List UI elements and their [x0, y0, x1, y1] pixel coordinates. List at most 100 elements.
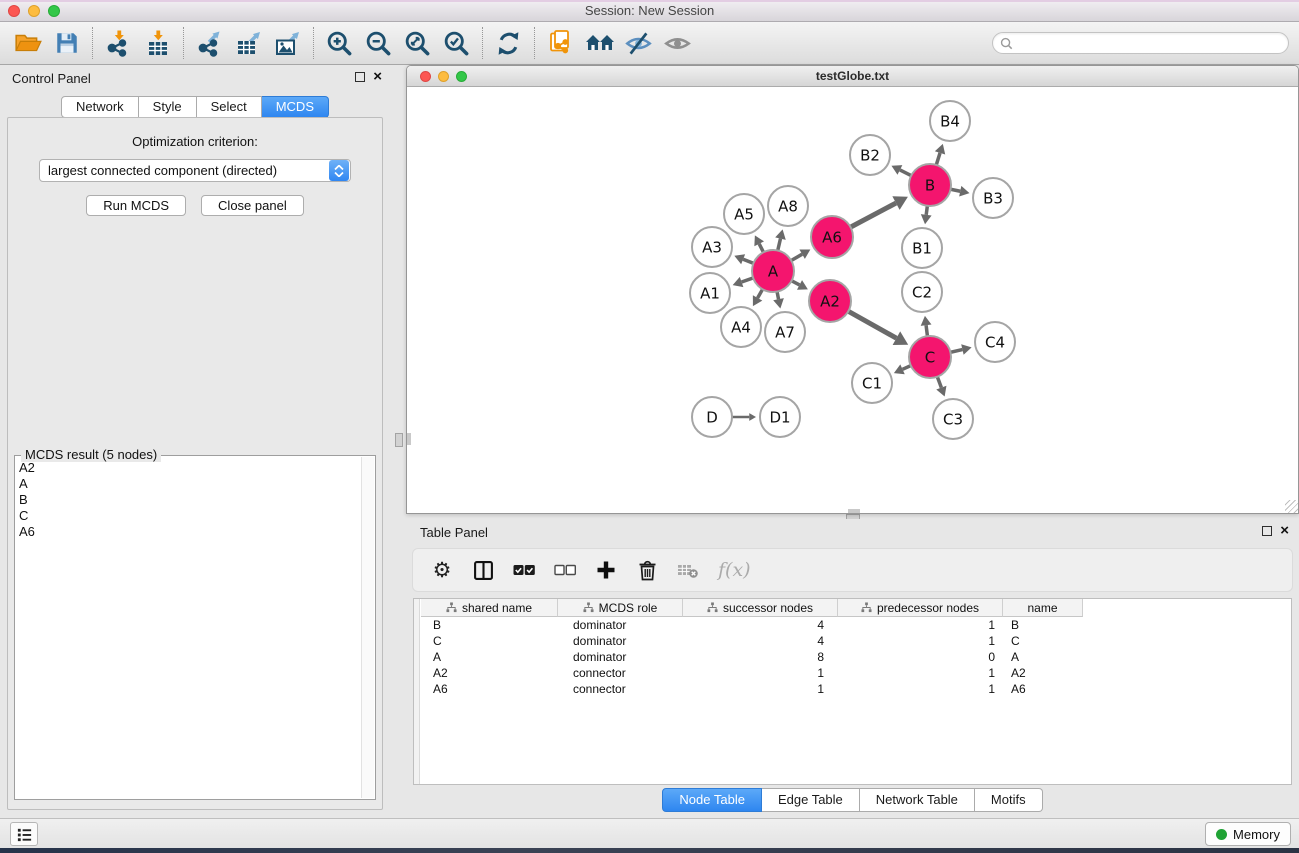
function-icon[interactable]: f(x)	[718, 556, 751, 584]
memory-button[interactable]: Memory	[1205, 822, 1291, 846]
vertical-splitter-grip[interactable]	[395, 433, 403, 447]
delete-icon[interactable]	[636, 556, 658, 584]
table-cell[interactable]: connector	[558, 682, 683, 696]
search-field[interactable]	[992, 32, 1289, 54]
zoom-in-icon[interactable]	[320, 25, 359, 61]
export-image-icon[interactable]	[268, 25, 307, 61]
task-list-button[interactable]	[10, 822, 38, 846]
table-cell[interactable]: A	[1003, 650, 1083, 664]
table-gutter	[414, 599, 420, 784]
table-cell[interactable]: dominator	[558, 618, 683, 632]
table-cell[interactable]: 1	[838, 634, 1003, 648]
settings-gear-icon[interactable]: ⚙	[431, 556, 453, 584]
table-cell[interactable]: C	[421, 634, 558, 648]
table-cell[interactable]: A6	[1003, 682, 1083, 696]
eye-icon[interactable]	[658, 25, 697, 61]
open-folder-icon[interactable]	[8, 25, 47, 61]
table-cell[interactable]: 0	[838, 650, 1003, 664]
eye-slash-icon[interactable]	[619, 25, 658, 61]
select-stepper-icon	[329, 160, 349, 181]
table-cell[interactable]: 1	[683, 666, 838, 680]
criterion-select[interactable]: largest connected component (directed)	[39, 159, 351, 182]
table-cell[interactable]: 1	[683, 682, 838, 696]
table-row[interactable]: Cdominator41C	[421, 633, 1291, 649]
tab-network-table[interactable]: Network Table	[860, 788, 975, 812]
tab-select[interactable]: Select	[197, 96, 262, 118]
network-view-canvas[interactable]: B4B2BB3A8A5A6A3B1AC2A1A2A4A7C4CC1C3DD1	[407, 87, 1298, 513]
import-table-icon[interactable]	[138, 25, 177, 61]
table-cell[interactable]: A2	[1003, 666, 1083, 680]
tab-edge-table[interactable]: Edge Table	[762, 788, 860, 812]
import-network-icon[interactable]	[99, 25, 138, 61]
table-row[interactable]: Bdominator41B	[421, 617, 1291, 633]
horizontal-scroll-thumb[interactable]	[848, 509, 860, 513]
table-cell[interactable]: 4	[683, 634, 838, 648]
float-panel-icon[interactable]	[355, 72, 365, 82]
result-item[interactable]: A2	[19, 460, 360, 476]
save-icon[interactable]	[47, 25, 86, 61]
close-panel-icon[interactable]: ×	[373, 72, 382, 82]
houses-icon[interactable]	[580, 25, 619, 61]
search-icon	[1000, 37, 1013, 50]
column-header-name[interactable]: name	[1003, 599, 1083, 617]
table-tabs: Node TableEdge TableNetwork TableMotifs	[406, 788, 1299, 812]
column-header-successor-nodes[interactable]: successor nodes	[683, 599, 838, 617]
table-cell[interactable]: A	[421, 650, 558, 664]
column-header-shared-name[interactable]: shared name	[421, 599, 558, 617]
result-item[interactable]: C	[19, 508, 360, 524]
table-cell[interactable]: B	[421, 618, 558, 632]
float-table-panel-icon[interactable]	[1262, 526, 1272, 536]
search-input[interactable]	[1017, 36, 1281, 50]
close-table-panel-icon[interactable]: ×	[1280, 526, 1289, 536]
run-mcds-button[interactable]: Run MCDS	[86, 195, 186, 216]
zoom-fit-icon[interactable]	[398, 25, 437, 61]
result-item[interactable]: B	[19, 492, 360, 508]
tab-motifs[interactable]: Motifs	[975, 788, 1043, 812]
column-header-predecessor-nodes[interactable]: predecessor nodes	[838, 599, 1003, 617]
table-cell[interactable]: 1	[838, 618, 1003, 632]
table-row[interactable]: Adominator80A	[421, 649, 1291, 665]
table-row[interactable]: A2connector11A2	[421, 665, 1291, 681]
tab-mcds[interactable]: MCDS	[262, 96, 329, 118]
result-scrollbar[interactable]	[361, 457, 374, 798]
clear-table-icon[interactable]	[677, 556, 699, 584]
table-cell[interactable]: dominator	[558, 650, 683, 664]
zoom-out-icon[interactable]	[359, 25, 398, 61]
table-cell[interactable]: B	[1003, 618, 1083, 632]
add-icon[interactable]	[595, 556, 617, 584]
network-graph[interactable]: B4B2BB3A8A5A6A3B1AC2A1A2A4A7C4CC1C3DD1	[407, 87, 1298, 513]
export-network-icon[interactable]	[190, 25, 229, 61]
graph-edge-arrowhead	[961, 344, 971, 355]
network-from-file-icon[interactable]	[541, 25, 580, 61]
table-cell[interactable]: A2	[421, 666, 558, 680]
columns-icon[interactable]	[472, 556, 494, 584]
result-item[interactable]: A	[19, 476, 360, 492]
tab-network[interactable]: Network	[61, 96, 139, 118]
table-cell[interactable]: 1	[838, 682, 1003, 696]
namespace-icon	[861, 602, 872, 613]
export-table-icon[interactable]	[229, 25, 268, 61]
table-cell[interactable]: dominator	[558, 634, 683, 648]
table-cell[interactable]: 4	[683, 618, 838, 632]
graph-node-label: B1	[912, 239, 932, 257]
table-cell[interactable]: 8	[683, 650, 838, 664]
main-toolbar	[0, 22, 1299, 65]
network-window-titlebar[interactable]: testGlobe.txt	[407, 66, 1298, 87]
vertical-scroll-thumb[interactable]	[407, 433, 411, 445]
deselect-all-icon[interactable]	[554, 556, 576, 584]
close-panel-button[interactable]: Close panel	[201, 195, 304, 216]
table-row[interactable]: A6connector11A6	[421, 681, 1291, 697]
table-cell[interactable]: 1	[838, 666, 1003, 680]
tab-style[interactable]: Style	[139, 96, 197, 118]
tab-node-table[interactable]: Node Table	[662, 788, 762, 812]
table-cell[interactable]: connector	[558, 666, 683, 680]
result-item[interactable]: A6	[19, 524, 360, 540]
select-all-icon[interactable]	[513, 556, 535, 584]
mcds-result-list[interactable]: A2ABCA6	[19, 460, 360, 797]
refresh-icon[interactable]	[489, 25, 528, 61]
window-resize-grip[interactable]	[1285, 500, 1298, 513]
zoom-selected-icon[interactable]	[437, 25, 476, 61]
table-cell[interactable]: A6	[421, 682, 558, 696]
table-cell[interactable]: C	[1003, 634, 1083, 648]
column-header-mcds-role[interactable]: MCDS role	[558, 599, 683, 617]
